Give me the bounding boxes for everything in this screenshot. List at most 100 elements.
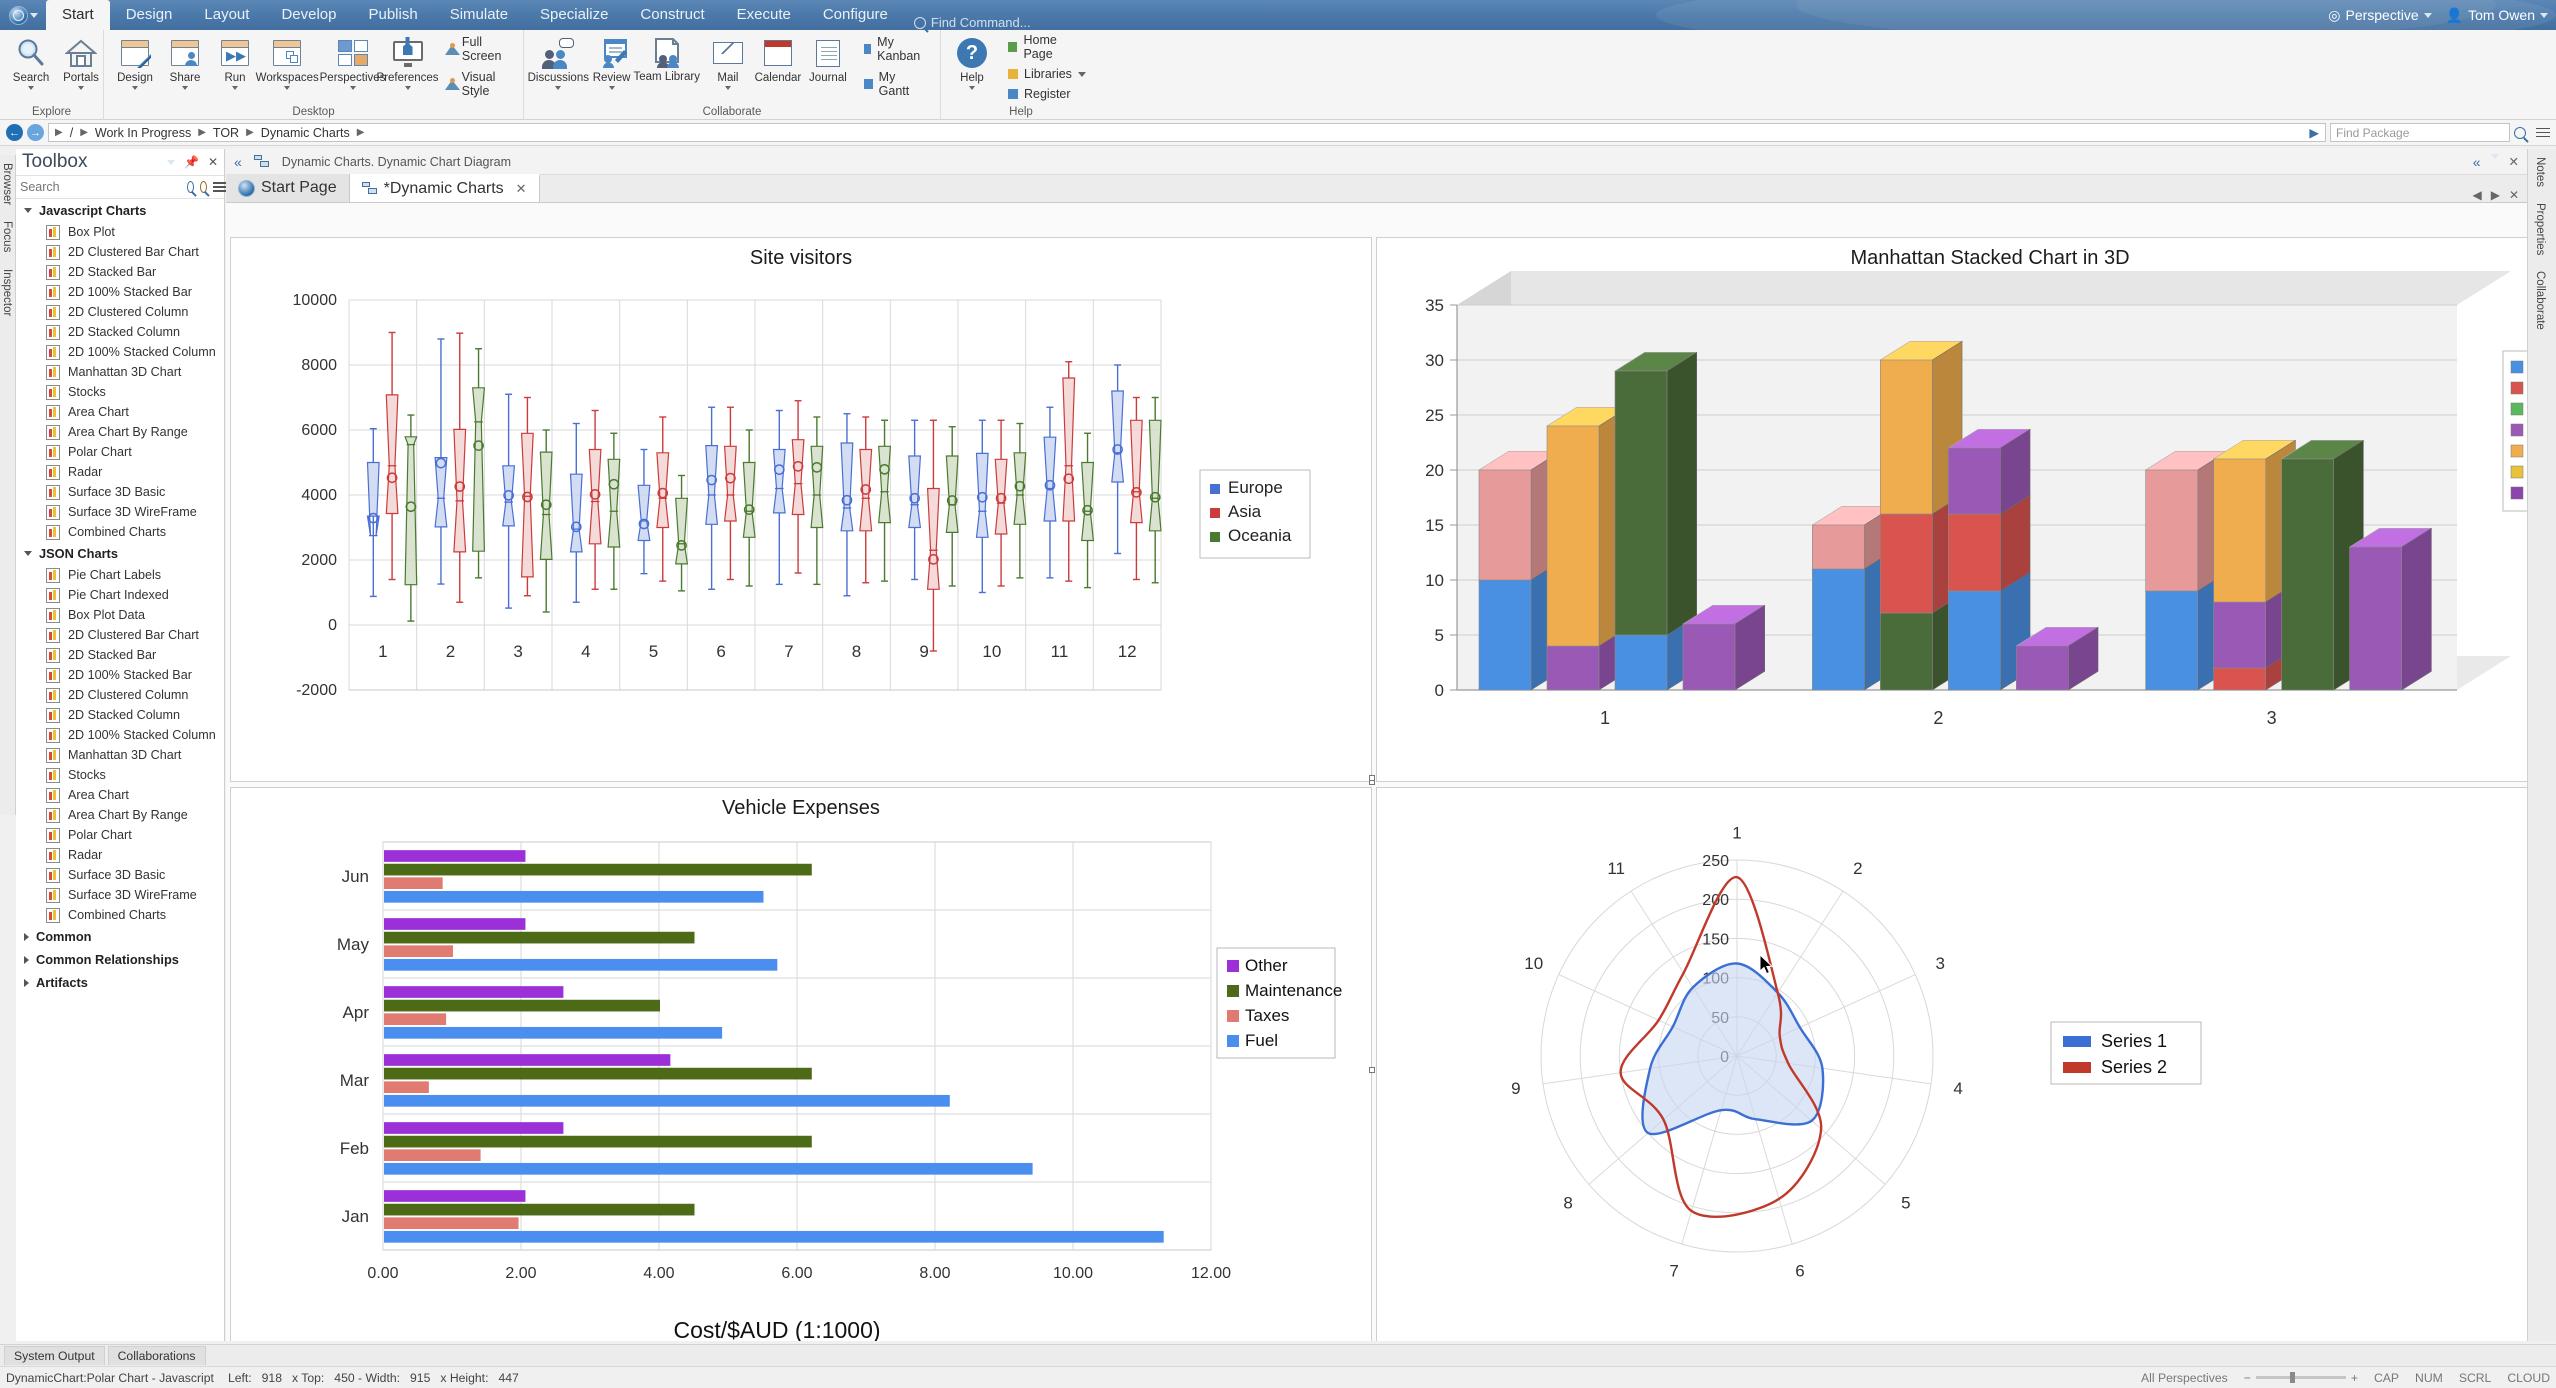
toolbox-item[interactable]: 2D Stacked Column	[16, 705, 224, 725]
toolbox-item[interactable]: Area Chart By Range	[16, 805, 224, 825]
tab-start-page[interactable]: Start Page	[226, 174, 350, 202]
calendar-button[interactable]: Calendar	[754, 34, 802, 86]
chart-pane-manhattan-3d[interactable]: Manhattan Stacked Chart in 3D 0 5 10 15 20 25…	[1376, 237, 2527, 782]
close-icon[interactable]: ✕	[208, 155, 218, 169]
forward-icon[interactable]: →	[27, 124, 44, 141]
my-gantt-button[interactable]: My Gantt	[860, 69, 927, 99]
selection-handle[interactable]	[1369, 1067, 1375, 1073]
dock-tab-inspector[interactable]: Inspector	[0, 261, 14, 324]
run-button[interactable]: ▶▶ Run	[211, 34, 259, 92]
search-icon[interactable]	[187, 181, 194, 193]
perspectives-button[interactable]: Perspectives	[320, 34, 385, 92]
dock-tab-collaborate[interactable]: Collaborate	[2528, 263, 2552, 338]
toolbox-item[interactable]: 2D Clustered Column	[16, 302, 224, 322]
tab-prev-icon[interactable]: ◀	[2472, 188, 2481, 202]
home-page-button[interactable]: Home Page	[1004, 32, 1090, 62]
status-perspectives[interactable]: All Perspectives	[2141, 1371, 2228, 1385]
toolbox-group-common-relationships[interactable]: Common Relationships	[16, 948, 224, 971]
discussions-button[interactable]: Discussions	[528, 34, 589, 92]
toolbox-item[interactable]: Surface 3D WireFrame	[16, 502, 224, 522]
crumb-expand-icon[interactable]: ▶	[2309, 125, 2319, 140]
toolbox-item[interactable]: Stocks	[16, 382, 224, 402]
toolbox-group-json-charts[interactable]: JSON Charts	[16, 542, 224, 565]
toolbox-item[interactable]: 2D 100% Stacked Bar	[16, 282, 224, 302]
dock-tab-properties[interactable]: Properties	[2528, 195, 2552, 263]
breadcrumb[interactable]: ▶ / ▶ Work In Progress ▶ TOR ▶ Dynamic C…	[48, 123, 2326, 142]
tab-close-icon[interactable]: ✕	[516, 181, 527, 197]
visual-style-button[interactable]: Visual Style	[441, 69, 510, 99]
menu-icon[interactable]	[2536, 127, 2550, 138]
toolbox-item[interactable]: 2D Clustered Bar Chart	[16, 625, 224, 645]
team-library-button[interactable]: Team Library	[634, 34, 700, 86]
toolbox-item[interactable]: Area Chart	[16, 785, 224, 805]
find-package-input[interactable]: Find Package	[2330, 123, 2510, 142]
perspective-selector[interactable]: ◎ Perspective	[2328, 7, 2432, 24]
bottom-tab-system-output[interactable]: System Output	[4, 1346, 105, 1365]
toolbox-item[interactable]: 2D Stacked Bar	[16, 262, 224, 282]
toolbox-item[interactable]: 2D 100% Stacked Column	[16, 342, 224, 362]
zoom-slider[interactable]: − +	[2244, 1371, 2358, 1385]
toolbox-item[interactable]: Surface 3D WireFrame	[16, 885, 224, 905]
toolbox-item[interactable]: Polar Chart	[16, 442, 224, 462]
dock-tab-notes[interactable]: Notes	[2528, 149, 2552, 195]
menu-tab-specialize[interactable]: Specialize	[524, 0, 624, 30]
diagram-canvas[interactable]: Site visitors -2000 0 2000 4000 6000 8000 1000…	[226, 231, 2527, 1341]
toolbox-item[interactable]: Surface 3D Basic	[16, 865, 224, 885]
dock-tab-browser[interactable]: Browser	[0, 155, 14, 213]
selection-handle[interactable]	[1369, 775, 1375, 781]
breadcrumb-segment-tor[interactable]: TOR	[213, 126, 239, 140]
collapse-right-icon[interactable]: «	[2473, 154, 2481, 170]
dock-tab-focus[interactable]: Focus	[0, 213, 14, 260]
toolbox-group-javascript-charts[interactable]: Javascript Charts	[16, 199, 224, 222]
tab-next-icon[interactable]: ▶	[2491, 188, 2500, 202]
menu-tab-configure[interactable]: Configure	[807, 0, 904, 30]
zoom-in-icon[interactable]: +	[2351, 1371, 2358, 1385]
app-logo[interactable]	[0, 0, 46, 30]
breadcrumb-root[interactable]: /	[70, 126, 73, 140]
full-screen-button[interactable]: Full Screen	[441, 34, 510, 64]
zoom-out-icon[interactable]: −	[2244, 1371, 2251, 1385]
back-icon[interactable]: ←	[6, 124, 23, 141]
toolbox-menu-icon[interactable]	[166, 159, 175, 165]
toolbox-item[interactable]: Polar Chart	[16, 825, 224, 845]
toolbox-item[interactable]: 2D Stacked Bar	[16, 645, 224, 665]
libraries-button[interactable]: Libraries	[1004, 66, 1090, 82]
pin-icon[interactable]: 📌	[184, 155, 199, 169]
toolbox-item[interactable]: Radar	[16, 845, 224, 865]
toolbox-item[interactable]: Combined Charts	[16, 905, 224, 925]
menu-tab-execute[interactable]: Execute	[721, 0, 807, 30]
toolbox-item[interactable]: Manhattan 3D Chart	[16, 745, 224, 765]
toolbox-item[interactable]: Radar	[16, 462, 224, 482]
menu-tab-design[interactable]: Design	[110, 0, 189, 30]
toolbox-item[interactable]: 2D Clustered Column	[16, 685, 224, 705]
chart-pane-polar[interactable]: 0501001502002501234567891011Series 1Seri…	[1376, 787, 2527, 1341]
advanced-search-icon[interactable]	[200, 181, 207, 193]
journal-button[interactable]: Journal	[804, 34, 852, 86]
menu-tab-simulate[interactable]: Simulate	[434, 0, 524, 30]
toolbox-item[interactable]: 2D Clustered Bar Chart	[16, 242, 224, 262]
menu-tab-layout[interactable]: Layout	[188, 0, 265, 30]
portals-button[interactable]: Portals	[57, 34, 105, 92]
design-button[interactable]: Design	[111, 34, 159, 92]
menu-tab-publish[interactable]: Publish	[352, 0, 433, 30]
toolbox-item[interactable]: Box Plot Data	[16, 605, 224, 625]
toolbox-item[interactable]: 2D 100% Stacked Column	[16, 725, 224, 745]
chart-pane-site-visitors[interactable]: Site visitors -2000 0 2000 4000 6000 8000 1000…	[230, 237, 1375, 785]
search-button[interactable]: Search	[7, 34, 55, 92]
toolbox-item[interactable]: Combined Charts	[16, 522, 224, 542]
breadcrumb-segment-dynamic-charts[interactable]: Dynamic Charts	[261, 126, 350, 140]
help-button[interactable]: ? Help	[948, 34, 996, 92]
toolbox-search-input[interactable]	[20, 180, 181, 194]
zoom-knob[interactable]	[2289, 1372, 2295, 1383]
register-button[interactable]: Register	[1004, 86, 1090, 102]
preferences-button[interactable]: Preferences	[377, 34, 439, 92]
find-package-search-icon[interactable]	[2514, 126, 2526, 139]
toolbox-item[interactable]: 2D Stacked Column	[16, 322, 224, 342]
find-command[interactable]: Find Command...	[904, 15, 1041, 30]
toolbox-item[interactable]: Area Chart By Range	[16, 422, 224, 442]
toolbox-group-artifacts[interactable]: Artifacts	[16, 971, 224, 994]
workspaces-button[interactable]: Workspaces	[256, 34, 319, 92]
toolbox-item[interactable]: 2D 100% Stacked Bar	[16, 665, 224, 685]
toolbox-item[interactable]: Surface 3D Basic	[16, 482, 224, 502]
breadcrumb-segment-wip[interactable]: Work In Progress	[95, 126, 191, 140]
